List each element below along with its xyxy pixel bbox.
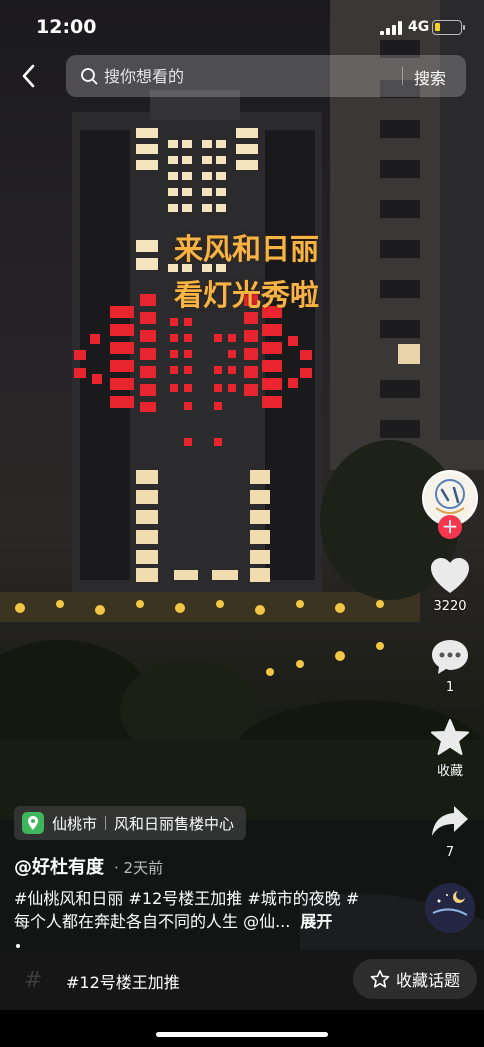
- like-action[interactable]: 3220: [422, 557, 478, 614]
- search-bar[interactable]: 搜索: [66, 55, 466, 97]
- description-line-2[interactable]: 每个人都在奔赴各自不同的人生 @仙...: [14, 912, 290, 931]
- author-row: @好杜有度 · 2天前: [14, 853, 163, 879]
- collect-topic-label: 收藏话题: [395, 971, 460, 990]
- overlay-line-1: 来风和日丽: [174, 232, 320, 266]
- comment-icon: [432, 640, 468, 674]
- heart-icon: [431, 558, 469, 593]
- topic-label[interactable]: #12号楼王加推: [66, 969, 180, 993]
- location-separator: [105, 816, 107, 830]
- star-outline-icon: [370, 970, 390, 988]
- progress-indicator[interactable]: [16, 944, 20, 948]
- favorite-action[interactable]: 收藏: [422, 718, 478, 779]
- description-line-1[interactable]: #仙桃风和日丽 #12号楼王加推 #城市的夜晚 #: [14, 887, 414, 910]
- like-count: 3220: [433, 599, 467, 614]
- location-pin-icon: [22, 812, 44, 834]
- status-time: 12:00: [36, 16, 97, 38]
- expand-link[interactable]: 展开: [300, 912, 332, 931]
- topic-bar: # #12号楼王加推 收藏话题: [0, 950, 484, 1010]
- music-cover-image: [425, 883, 475, 933]
- share-arrow-icon: [432, 806, 468, 836]
- search-divider: [402, 67, 403, 85]
- search-icon: [81, 68, 98, 85]
- battery-icon: [432, 20, 465, 35]
- chevron-left-icon: [22, 64, 35, 88]
- comment-count: 1: [445, 680, 455, 695]
- status-bar: 12:00 4G: [0, 0, 484, 56]
- location-city: 仙桃市: [52, 814, 98, 833]
- search-button[interactable]: 搜索: [414, 65, 446, 89]
- author-handle[interactable]: @好杜有度: [14, 853, 104, 879]
- collect-topic-button[interactable]: 收藏话题: [353, 959, 477, 999]
- home-indicator[interactable]: [156, 1032, 328, 1037]
- post-time: · 2天前: [114, 859, 164, 877]
- search-input[interactable]: [104, 55, 394, 97]
- home-bar-area: [0, 1010, 484, 1047]
- back-button[interactable]: [14, 60, 46, 92]
- star-icon: [431, 719, 469, 755]
- video-description: #仙桃风和日丽 #12号楼王加推 #城市的夜晚 # 每个人都在奔赴各自不同的人生…: [14, 887, 414, 933]
- overlay-line-2: 看灯光秀啦: [174, 278, 320, 312]
- follow-plus-icon[interactable]: +: [438, 515, 462, 539]
- location-chip[interactable]: 仙桃市 风和日丽售楼中心: [14, 806, 247, 840]
- network-type: 4G: [408, 19, 430, 35]
- favorite-label: 收藏: [436, 764, 463, 779]
- music-disc[interactable]: [425, 883, 475, 933]
- hashtag-icon: #: [24, 968, 43, 993]
- video-overlay-caption: 来风和日丽 看灯光秀啦: [174, 226, 319, 318]
- signal-icon: [380, 21, 402, 35]
- share-count: 7: [445, 845, 455, 860]
- location-place: 风和日丽售楼中心: [114, 814, 235, 833]
- comment-action[interactable]: 1: [422, 638, 478, 695]
- share-action[interactable]: 7: [422, 803, 478, 860]
